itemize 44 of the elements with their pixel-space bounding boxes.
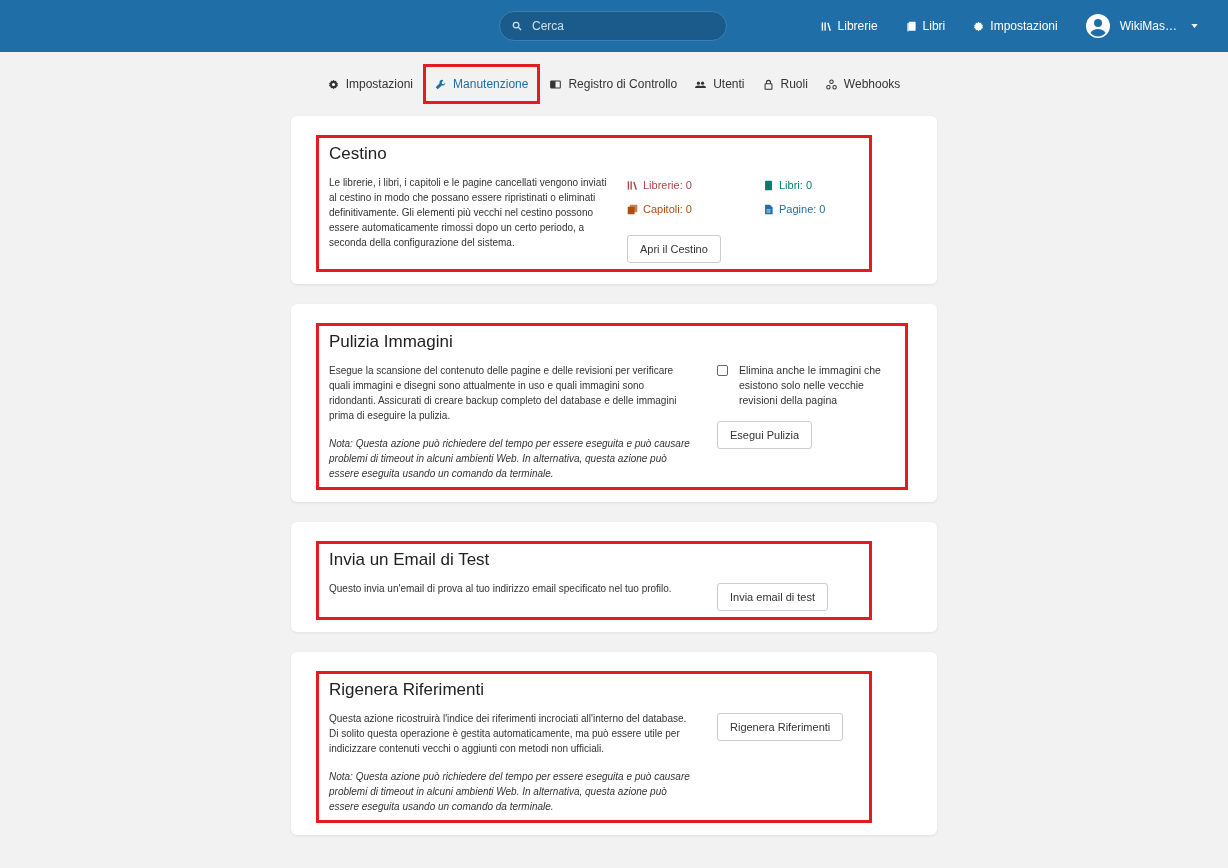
nav-link[interactable]: Librerie bbox=[820, 19, 878, 33]
description: Questo invia un'email di prova al tuo indirizzo email specificato nel tuo profilo. bbox=[329, 582, 673, 596]
checkbox[interactable] bbox=[717, 365, 728, 376]
section-title: Pulizia Immagini bbox=[329, 332, 454, 352]
books-icon bbox=[905, 20, 917, 32]
book-icon bbox=[763, 179, 774, 191]
search-icon bbox=[512, 21, 522, 31]
search-field[interactable]: Cerca bbox=[499, 11, 727, 41]
wrench-icon bbox=[435, 78, 447, 90]
tab[interactable]: Registro di Controllo bbox=[550, 77, 678, 91]
settings-icon bbox=[327, 78, 339, 90]
tab[interactable]: Impostazioni bbox=[327, 77, 414, 91]
user-menu[interactable]: WikiMas… bbox=[1085, 14, 1198, 38]
count-link[interactable]: Librerie: 0 bbox=[627, 179, 763, 191]
caret-icon bbox=[1191, 24, 1198, 28]
action-button[interactable]: Invia email di test bbox=[717, 583, 828, 611]
nav-link[interactable]: Libri bbox=[905, 19, 946, 33]
section-title: Rigenera Riferimenti bbox=[329, 680, 485, 700]
chapter-icon bbox=[627, 203, 638, 215]
page-icon bbox=[763, 203, 774, 215]
tab[interactable]: Webhooks bbox=[825, 77, 901, 91]
section-title: Invia un Email di Test bbox=[329, 550, 491, 570]
action-button[interactable]: Esegui Pulizia bbox=[717, 421, 813, 449]
nav-link[interactable]: Impostazioni bbox=[973, 19, 1058, 33]
count-link[interactable]: Pagine: 0 bbox=[763, 203, 853, 215]
avatar-icon bbox=[1085, 14, 1110, 38]
description: Questa azione ricostruirà l'indice dei riferimenti incrociati all'interno del database. Di solito questa operazione è gestita automaticamente, ma può essere utile per indicizzare contenuti vecchi o aggiunti con metodi non ufficiali. bbox=[329, 712, 688, 756]
action-button[interactable]: Apri il Cestino bbox=[627, 235, 721, 263]
tab[interactable]: Ruoli bbox=[762, 77, 808, 91]
tab[interactable]: Utenti bbox=[695, 77, 745, 91]
count-link[interactable]: Libri: 0 bbox=[763, 179, 853, 191]
description: Esegue la scansione del contenuto delle pagine e delle revisioni per verificare quali immagini e disegni sono attualmente in uso e quali immagini sono ridondanti. Assicurati di creare backup completo del database e delle immagini prima di eseguire la pulizia. bbox=[329, 364, 678, 423]
checkbox-label: Elimina anche le immagini che esistono solo nelle vecchie revisioni della pagina bbox=[739, 363, 882, 408]
lock-icon bbox=[762, 78, 774, 90]
settings-icon bbox=[973, 20, 985, 32]
section-title: Cestino bbox=[329, 144, 388, 164]
shelves-icon bbox=[627, 179, 638, 191]
description: Le librerie, i libri, i capitoli e le pagine cancellati vengono inviati al cestino in modo che possano essere ripristinati o eliminati definitivamente. Gli elementi più vecchi nel cestino possono essere automaticamente rimossi dopo un certo periodo, a seconda della configurazione del sistema. bbox=[329, 176, 608, 250]
note: Nota: Questa azione può richiedere del tempo per essere eseguita e può causare problemi di timeout in alcuni ambienti Web. In alternativa, questa azione può essere eseguita usando un comando da terminale. bbox=[329, 770, 691, 814]
count-link[interactable]: Capitoli: 0 bbox=[627, 203, 763, 215]
note: Nota: Questa azione può richiedere del tempo per essere eseguita e può causare problemi di timeout in alcuni ambienti Web. In alternativa, questa azione può essere eseguita usando un comando da terminale. bbox=[329, 437, 691, 481]
tab[interactable]: Manutenzione bbox=[435, 77, 529, 91]
action-button[interactable]: Rigenera Riferimenti bbox=[717, 713, 844, 741]
books-icon bbox=[820, 20, 832, 32]
